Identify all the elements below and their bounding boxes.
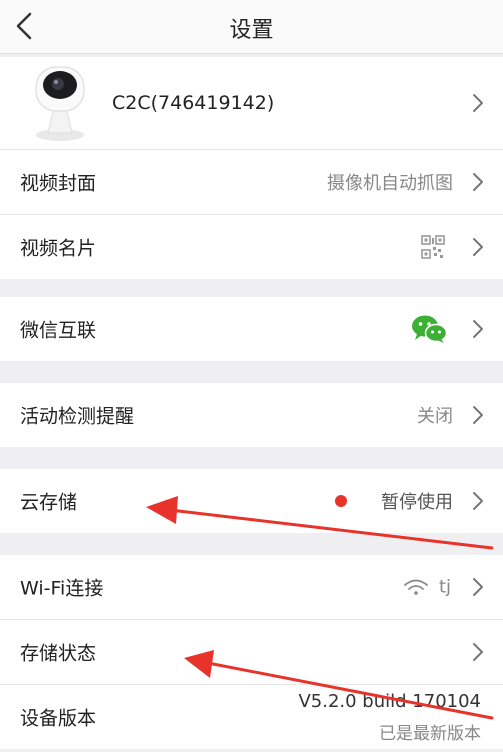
motion-alert-value: 关闭 bbox=[417, 406, 453, 427]
storage-status-label: 存储状态 bbox=[20, 642, 97, 665]
settings-group-wechat: 微信互联 bbox=[0, 297, 503, 361]
device-version-value: V5.2.0 build 170104 bbox=[298, 691, 481, 712]
chevron-right-icon bbox=[473, 492, 483, 510]
settings-group-cloud: 云存储 暂停使用 bbox=[0, 469, 503, 533]
wifi-row[interactable]: Wi-Fi连接 tj bbox=[0, 555, 503, 620]
settings-group-motion: 活动检测提醒 关闭 bbox=[0, 383, 503, 447]
wifi-name: tj bbox=[438, 576, 451, 598]
motion-alert-label: 活动检测提醒 bbox=[20, 405, 135, 428]
cloud-storage-value: 暂停使用 bbox=[381, 492, 453, 513]
device-version-label: 设备版本 bbox=[20, 707, 97, 730]
video-card-label: 视频名片 bbox=[20, 237, 97, 260]
status-dot bbox=[335, 495, 347, 507]
settings-group-device: C2C(746419142) 视频封面 摄像机自动抓图 视频名片 bbox=[0, 57, 503, 279]
wifi-icon bbox=[404, 579, 428, 595]
camera-image bbox=[35, 66, 85, 141]
video-cover-label: 视频封面 bbox=[20, 172, 97, 195]
video-cover-value: 摄像机自动抓图 bbox=[327, 173, 453, 194]
cloud-storage-label: 云存储 bbox=[20, 491, 78, 514]
device-version-row: 设备版本 V5.2.0 build 170104 已是最新版本 bbox=[0, 685, 503, 749]
wifi-label: Wi-Fi连接 bbox=[20, 577, 104, 600]
settings-group-network: Wi-Fi连接 tj 存储状态 设备版本 V5.2.0 build 170104… bbox=[0, 555, 503, 749]
video-card-row[interactable]: 视频名片 bbox=[0, 215, 503, 279]
device-row[interactable]: C2C(746419142) bbox=[0, 57, 503, 150]
device-name: C2C(746419142) bbox=[112, 92, 275, 114]
chevron-right-icon bbox=[473, 173, 483, 191]
chevron-right-icon bbox=[473, 643, 483, 661]
motion-alert-row[interactable]: 活动检测提醒 关闭 bbox=[0, 383, 503, 447]
qr-code-icon bbox=[421, 235, 445, 259]
wechat-label: 微信互联 bbox=[20, 319, 97, 342]
top-navigation-bar: 设置 bbox=[0, 0, 503, 54]
chevron-right-icon bbox=[473, 320, 483, 338]
video-cover-row[interactable]: 视频封面 摄像机自动抓图 bbox=[0, 150, 503, 215]
wechat-icon bbox=[412, 315, 447, 343]
chevron-right-icon bbox=[473, 578, 483, 596]
wechat-row[interactable]: 微信互联 bbox=[0, 297, 503, 361]
chevron-right-icon bbox=[473, 406, 483, 424]
cloud-storage-row[interactable]: 云存储 暂停使用 bbox=[0, 469, 503, 533]
page-title: 设置 bbox=[229, 18, 274, 43]
device-version-note: 已是最新版本 bbox=[379, 724, 481, 744]
chevron-right-icon bbox=[473, 238, 483, 256]
chevron-right-icon bbox=[473, 94, 483, 112]
storage-status-row[interactable]: 存储状态 bbox=[0, 620, 503, 685]
